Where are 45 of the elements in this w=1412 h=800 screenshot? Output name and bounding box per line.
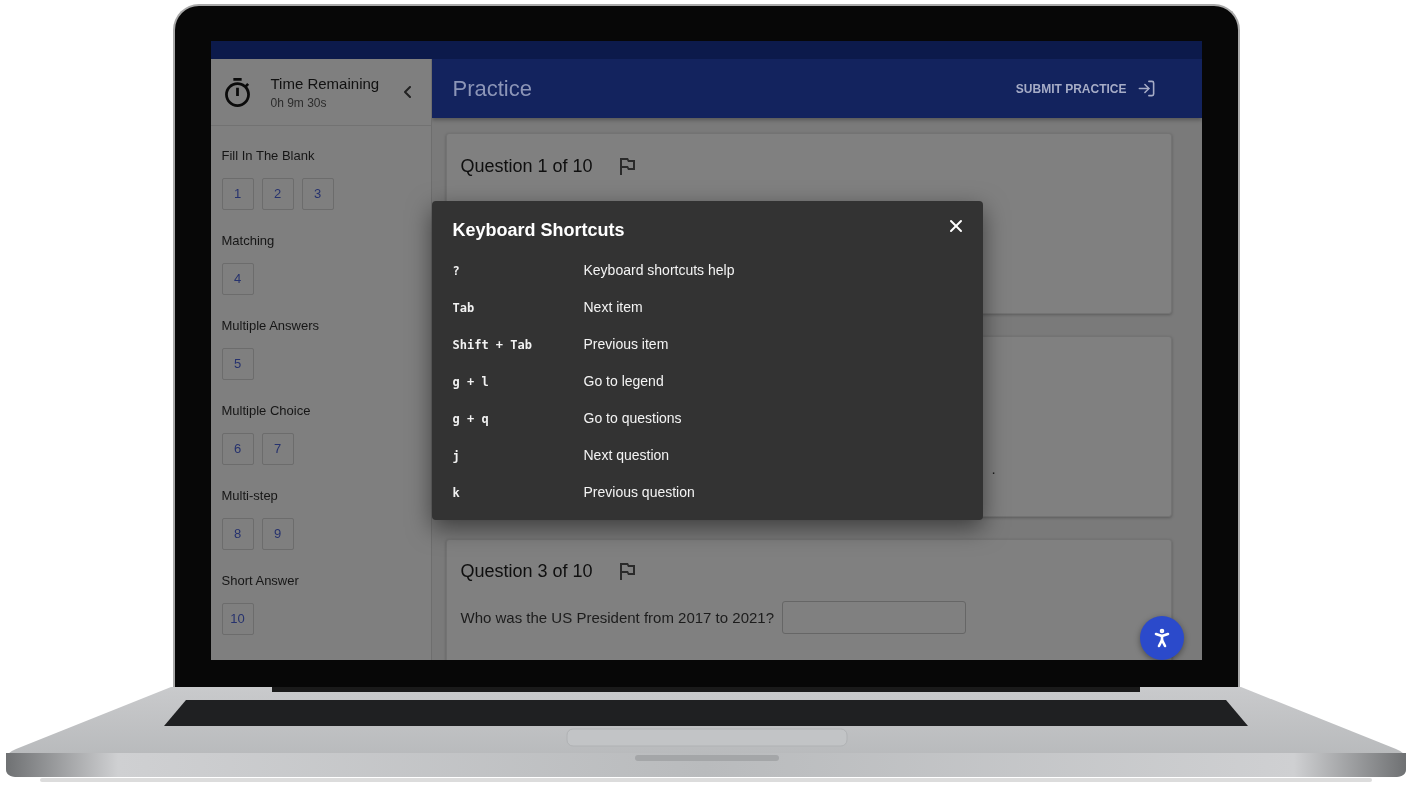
shortcut-description: Go to legend (583, 371, 664, 390)
page-title: Practice (452, 75, 532, 102)
timer-label: Time Remaining (270, 73, 381, 93)
question-nav-button[interactable]: 5 (221, 348, 254, 380)
submit-practice-button[interactable]: SUBMIT PRACTICE (1007, 70, 1164, 107)
chevron-left-icon (404, 86, 411, 98)
shortcut-keys: Tab (452, 300, 475, 315)
shortcut-keys: g + l (452, 374, 489, 389)
shortcut-keys: Shift + Tab (452, 337, 532, 352)
question-nav-button[interactable]: 4 (221, 263, 254, 295)
sentence-end-text: . (991, 460, 996, 477)
enter-arrow-icon (1136, 79, 1156, 98)
legend-section-title: Fill In The Blank (221, 148, 316, 164)
flag-icon (620, 562, 636, 580)
question-title: Question 3 of 10 (460, 560, 593, 582)
question-nav-button[interactable]: 6 (221, 433, 254, 465)
legend-section-title: Multiple Choice (221, 403, 312, 419)
legend-section-title: Multiple Answers (221, 318, 321, 334)
answer-input[interactable] (782, 601, 966, 634)
question-nav-button[interactable]: 7 (261, 433, 294, 465)
legend-section-title: Matching (221, 233, 276, 249)
shortcut-keys: k (452, 485, 460, 500)
shortcut-description: Keyboard shortcuts help (583, 260, 735, 279)
legend-section-title: Short Answer (221, 573, 300, 589)
shortcut-description: Next question (583, 445, 670, 464)
flag-icon (620, 157, 636, 175)
stopwatch-icon (224, 77, 250, 107)
shortcut-keys: g + q (452, 411, 489, 426)
shortcut-description: Previous item (583, 334, 669, 353)
shortcut-description: Previous question (583, 482, 695, 501)
shortcut-keys: ? (452, 263, 460, 278)
shortcut-keys: j (452, 448, 460, 463)
question-nav-button[interactable]: 3 (301, 178, 334, 210)
shortcut-description: Next item (583, 297, 643, 316)
question-prompt: Who was the US President from 2017 to 2021? (460, 607, 774, 628)
question-nav-button[interactable]: 9 (261, 518, 294, 550)
shortcut-description: Go to questions (583, 408, 682, 427)
legend-section-title: Multi-step (221, 488, 279, 504)
question-nav-button[interactable]: 1 (221, 178, 254, 210)
question-nav-button[interactable]: 10 (221, 603, 254, 635)
question-title: Question 1 of 10 (460, 155, 593, 177)
dialog-title: Keyboard Shortcuts (452, 219, 625, 241)
question-nav-button[interactable]: 2 (261, 178, 294, 210)
timer-value: 0h 9m 30s (270, 94, 328, 111)
question-nav-button[interactable]: 8 (221, 518, 254, 550)
